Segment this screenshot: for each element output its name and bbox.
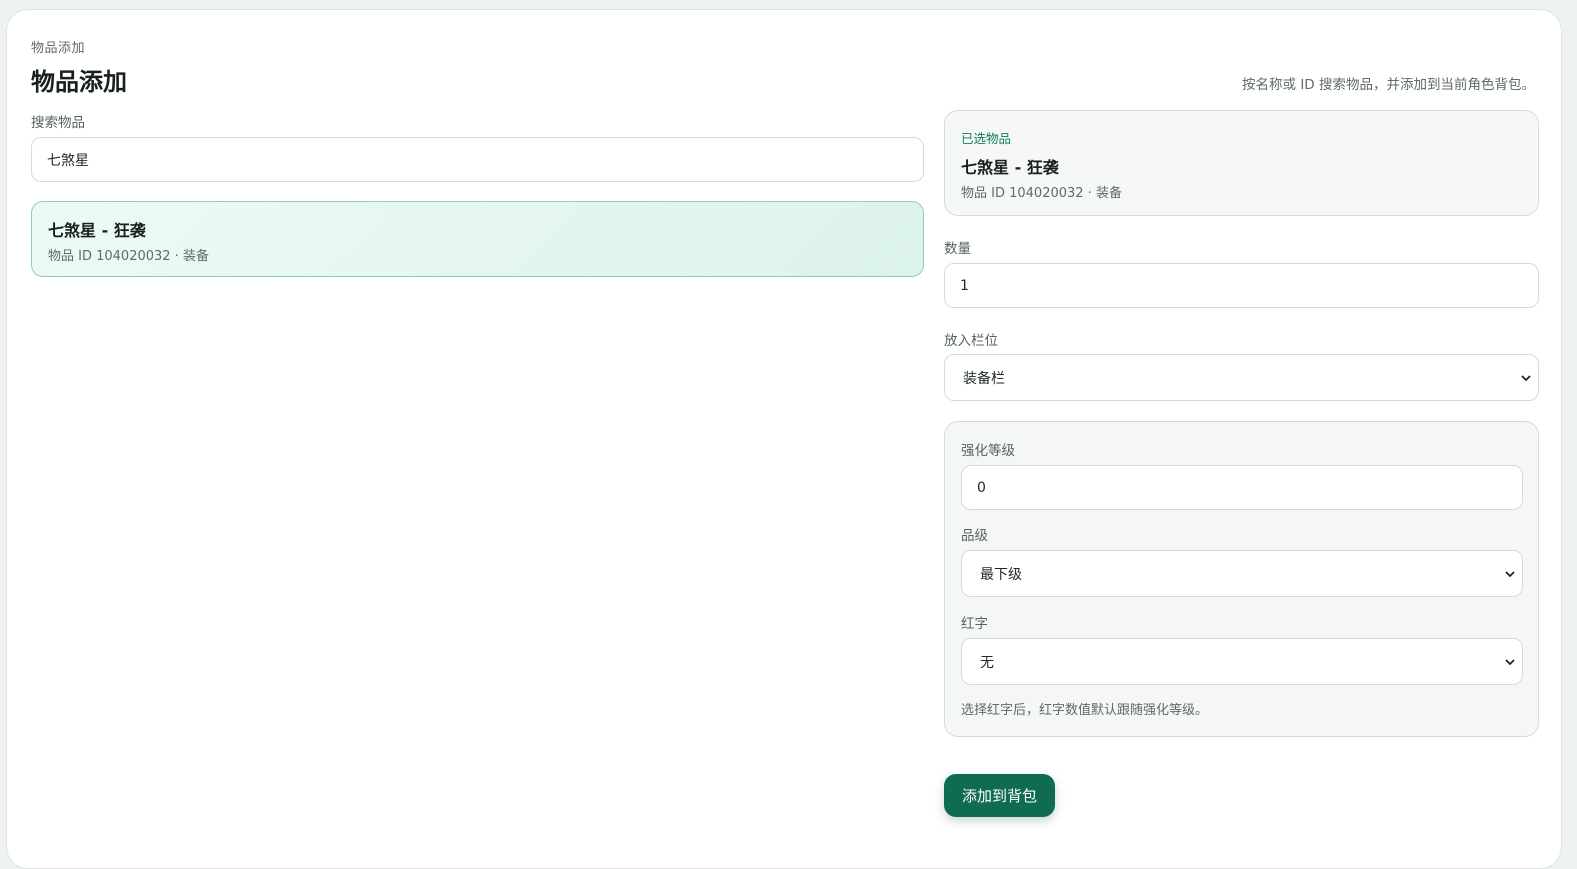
selected-item-name: 七煞星 - 狂袭 [961,158,1059,177]
page-title: 物品添加 [31,68,127,96]
chevron-down-icon [1505,658,1515,665]
red-text-note: 选择红字后，红字数值默认跟随强化等级。 [961,703,1209,718]
grade-select[interactable]: 最下级 [961,550,1523,597]
enhance-level-value: 0 [977,479,986,496]
search-input-value: 七煞星 [47,152,89,169]
grade-label: 品级 [961,528,988,544]
add-to-bag-button[interactable]: 添加到背包 [944,774,1055,817]
search-result-item[interactable]: 七煞星 - 狂袭 物品 ID 104020032 · 装备 [31,201,924,277]
item-add-card: 物品添加 物品添加 按名称或 ID 搜索物品，并添加到当前角色背包。 搜索物品 … [6,9,1562,869]
search-input[interactable]: 七煞星 [31,137,924,182]
quantity-value: 1 [960,277,969,294]
quantity-label: 数量 [944,241,971,257]
enhance-level-label: 强化等级 [961,443,1015,459]
slot-select-value: 装备栏 [963,370,1005,387]
enhance-panel: 强化等级 0 品级 最下级 红字 无 选择红字后，红字数值默认跟随强化等级。 [944,421,1539,737]
chevron-down-icon [1505,570,1515,577]
slot-label: 放入栏位 [944,333,998,349]
red-text-select-value: 无 [980,654,994,671]
enhance-level-input[interactable]: 0 [961,465,1523,510]
result-item-meta: 物品 ID 104020032 · 装备 [48,249,209,264]
search-label: 搜索物品 [31,115,85,131]
selected-item-tag: 已选物品 [961,131,1012,146]
page-hint: 按名称或 ID 搜索物品，并添加到当前角色背包。 [1242,77,1535,93]
red-text-label: 红字 [961,616,988,632]
chevron-down-icon [1521,374,1531,381]
selected-item-meta: 物品 ID 104020032 · 装备 [961,186,1122,201]
red-text-select[interactable]: 无 [961,638,1523,685]
quantity-input[interactable]: 1 [944,263,1539,308]
result-item-name: 七煞星 - 狂袭 [48,221,146,240]
grade-select-value: 最下级 [980,566,1022,583]
slot-select[interactable]: 装备栏 [944,354,1539,401]
selected-item-card: 已选物品 七煞星 - 狂袭 物品 ID 104020032 · 装备 [944,110,1539,216]
breadcrumb: 物品添加 [31,41,86,56]
